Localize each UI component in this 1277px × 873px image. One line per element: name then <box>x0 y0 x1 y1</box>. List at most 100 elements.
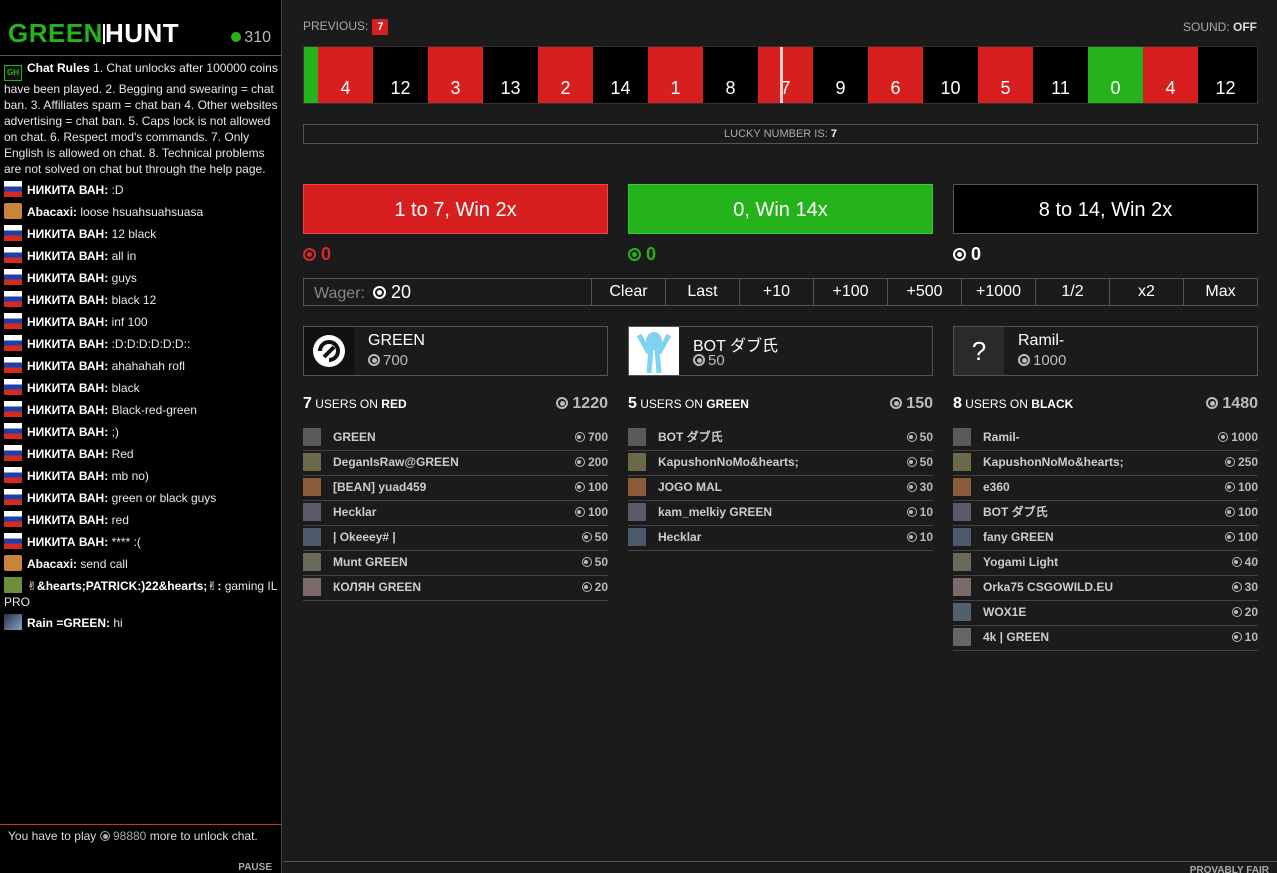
chat-username[interactable]: НИКИТА ВАН: <box>27 469 108 483</box>
previous-chip: 7 <box>372 19 389 35</box>
chat-sidebar: GREENHUNT 310 GH Chat Rules 1. Chat unloc… <box>0 0 282 873</box>
bettor-amount: 50 <box>581 526 608 548</box>
chat-locked-notice: You have to play 98880 more to unlock ch… <box>0 824 282 873</box>
chat-username[interactable]: НИКИТА ВАН: <box>27 425 108 439</box>
chat-username[interactable]: НИКИТА ВАН: <box>27 491 108 505</box>
chat-messages: НИКИТА ВАН: :D Abacaxi: loose hsuahsuahsu… <box>4 180 278 635</box>
top-bettor-name: GREEN <box>368 332 425 349</box>
flag-icon <box>4 291 22 307</box>
locked-text-post: more to unlock chat. <box>149 829 258 843</box>
flag-icon <box>4 181 22 197</box>
avatar <box>303 578 321 596</box>
avatar <box>953 528 971 546</box>
chat-username[interactable]: Abacaxi: <box>27 205 77 219</box>
flag-icon <box>4 357 22 373</box>
chat-text: red <box>111 513 129 527</box>
coin-icon <box>1231 632 1242 642</box>
bettor-name: Hecklar <box>658 530 702 544</box>
wager-plus1000-button[interactable]: +1000 <box>962 279 1036 305</box>
bettor-amount-value: 10 <box>919 505 933 519</box>
column-sum: 1480 <box>1222 395 1258 412</box>
chat-username[interactable]: Abacaxi: <box>27 557 77 571</box>
chat-username[interactable]: НИКИТА ВАН: <box>27 447 108 461</box>
bettor-amount: 700 <box>574 426 608 448</box>
wager-input[interactable]: Wager: 20 <box>304 279 592 305</box>
chat-text: mb no) <box>111 469 149 483</box>
chat-text: :D <box>111 183 124 197</box>
bettor-row: BOT ダブ氏 100 <box>953 501 1258 526</box>
bettor-amount: 40 <box>1231 551 1258 573</box>
roulette-tile: 2 <box>538 47 593 103</box>
wager-half-button[interactable]: 1/2 <box>1036 279 1110 305</box>
logo[interactable]: GREENHUNT <box>8 20 179 46</box>
bettor-name: Munt GREEN <box>333 555 408 569</box>
roulette-tile: 14 <box>593 47 648 103</box>
bettor-row: BOT ダブ氏 50 <box>628 426 933 451</box>
green-total-value: 0 <box>646 244 657 264</box>
pause-button[interactable]: PAUSE <box>238 862 272 873</box>
bettor-amount-value: 100 <box>587 480 608 494</box>
previous-label: PREVIOUS: <box>303 19 369 33</box>
chat-username[interactable]: НИКИТА ВАН: <box>27 381 108 395</box>
chat-username[interactable]: НИКИТА ВАН: <box>27 535 108 549</box>
wager-max-button[interactable]: Max <box>1184 279 1257 305</box>
wager-last-button[interactable]: Last <box>666 279 740 305</box>
wager-plus10-button[interactable]: +10 <box>740 279 814 305</box>
avatar <box>628 503 646 521</box>
coin-icon <box>693 354 705 366</box>
bet-black-button[interactable]: 8 to 14, Win 2x <box>953 184 1258 234</box>
chat-username[interactable]: НИКИТА ВАН: <box>27 271 108 285</box>
locked-text-pre: You have to play <box>8 829 97 843</box>
chat-username[interactable]: НИКИТА ВАН: <box>27 293 108 307</box>
chat-username[interactable]: НИКИТА ВАН: <box>27 315 108 329</box>
coin-icon <box>574 457 585 467</box>
bettor-amount-value: 100 <box>1237 530 1258 544</box>
bettor-amount: 100 <box>574 476 608 498</box>
greenhunt-logo-icon: GH <box>4 65 22 81</box>
bet-green-button[interactable]: 0, Win 14x <box>628 184 933 234</box>
chat-message: НИКИТА ВАН: ahahahah rofl <box>4 356 278 378</box>
flag-icon <box>4 401 22 417</box>
bet-red-button[interactable]: 1 to 7, Win 2x <box>303 184 608 234</box>
bettor-amount-value: 100 <box>587 505 608 519</box>
provably-fair-link[interactable]: PROVABLY FAIR <box>1190 865 1269 873</box>
chat-username[interactable]: НИКИТА ВАН: <box>27 513 108 527</box>
roulette-tile: 9 <box>813 47 868 103</box>
chat-username[interactable]: НИКИТА ВАН: <box>27 403 108 417</box>
avatar <box>628 528 646 546</box>
wager-double-button[interactable]: x2 <box>1110 279 1184 305</box>
red-bettors-column: 7 USERS ON RED 1220 GREEN 700 DeganIsRaw@GR… <box>303 395 608 601</box>
wager-plus100-button[interactable]: +100 <box>814 279 888 305</box>
sound-toggle[interactable]: SOUND: OFF <box>1183 20 1257 34</box>
chat-username[interactable]: НИКИТА ВАН: <box>27 359 108 373</box>
color-word: GREEN <box>706 397 749 411</box>
chat-username[interactable]: НИКИТА ВАН: <box>27 227 108 241</box>
avatar <box>4 203 22 219</box>
previous-result: PREVIOUS: 7 <box>303 19 389 35</box>
wager-clear-button[interactable]: Clear <box>592 279 666 305</box>
flag-icon <box>4 511 22 527</box>
chat-username[interactable]: Rain =GREEN: <box>27 616 110 630</box>
online-number: 310 <box>244 29 271 46</box>
chat-text: :D:D:D:D:D:D:: <box>111 337 191 351</box>
chat-username[interactable]: ✌&hearts;PATRICK:)22&hearts;✌: <box>27 579 221 593</box>
chat-text: hi <box>113 616 123 630</box>
bettor-amount: 100 <box>1224 501 1258 523</box>
roulette-tile: 6 <box>868 47 923 103</box>
roulette-tile: 0 <box>1088 47 1143 103</box>
app-root: GREENHUNT 310 GH Chat Rules 1. Chat unloc… <box>0 0 1277 873</box>
chat-log[interactable]: GH Chat Rules 1. Chat unlocks after 10000… <box>4 59 278 635</box>
chat-username[interactable]: НИКИТА ВАН: <box>27 183 108 197</box>
chat-text: guys <box>111 271 137 285</box>
flag-icon <box>4 379 22 395</box>
bettor-name: Yogami Light <box>983 555 1059 569</box>
coin-icon <box>906 457 917 467</box>
roulette-marker <box>780 47 783 103</box>
wager-plus500-button[interactable]: +500 <box>888 279 962 305</box>
bettor-amount: 50 <box>581 551 608 573</box>
wager-label: Wager: <box>314 285 365 302</box>
bettor-amount-value: 10 <box>919 530 933 544</box>
bettor-name: WOX1E <box>983 605 1027 619</box>
chat-username[interactable]: НИКИТА ВАН: <box>27 249 108 263</box>
chat-username[interactable]: НИКИТА ВАН: <box>27 337 108 351</box>
